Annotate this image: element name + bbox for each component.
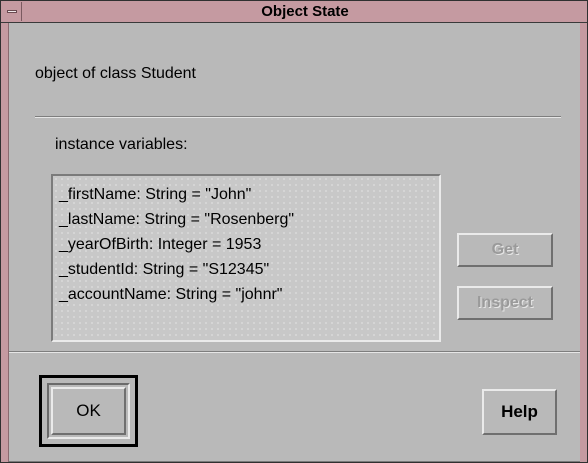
- list-item[interactable]: _firstName: String = "John": [59, 182, 439, 207]
- object-class-label: object of class Student: [35, 65, 196, 82]
- window-menu-button[interactable]: [2, 2, 22, 21]
- bottom-separator: [9, 351, 580, 353]
- top-separator: [35, 116, 561, 118]
- dialog-content: object of class Student instance variabl…: [9, 23, 580, 462]
- title-bar[interactable]: Object State: [1, 1, 587, 23]
- inspect-button[interactable]: Inspect: [457, 286, 553, 320]
- ok-button[interactable]: OK: [51, 387, 126, 435]
- window-left-border[interactable]: [1, 23, 9, 462]
- list-item[interactable]: _accountName: String = "johnr": [59, 282, 439, 307]
- instance-variables-list[interactable]: _firstName: String = "John" _lastName: S…: [51, 174, 441, 342]
- object-state-window: Object State object of class Student ins…: [0, 0, 588, 463]
- list-item[interactable]: _studentId: String = "S12345": [59, 257, 439, 282]
- list-item[interactable]: _lastName: String = "Rosenberg": [59, 207, 439, 232]
- instance-variables-label: instance variables:: [55, 136, 188, 153]
- window-menu-icon: [7, 10, 17, 13]
- help-button[interactable]: Help: [482, 389, 557, 435]
- default-button-frame: OK: [39, 375, 138, 447]
- list-item[interactable]: _yearOfBirth: Integer = 1953: [59, 232, 439, 257]
- window-title: Object State: [261, 3, 349, 20]
- get-button[interactable]: Get: [457, 233, 553, 267]
- window-right-border[interactable]: [579, 23, 587, 462]
- bottom-border: [9, 461, 580, 462]
